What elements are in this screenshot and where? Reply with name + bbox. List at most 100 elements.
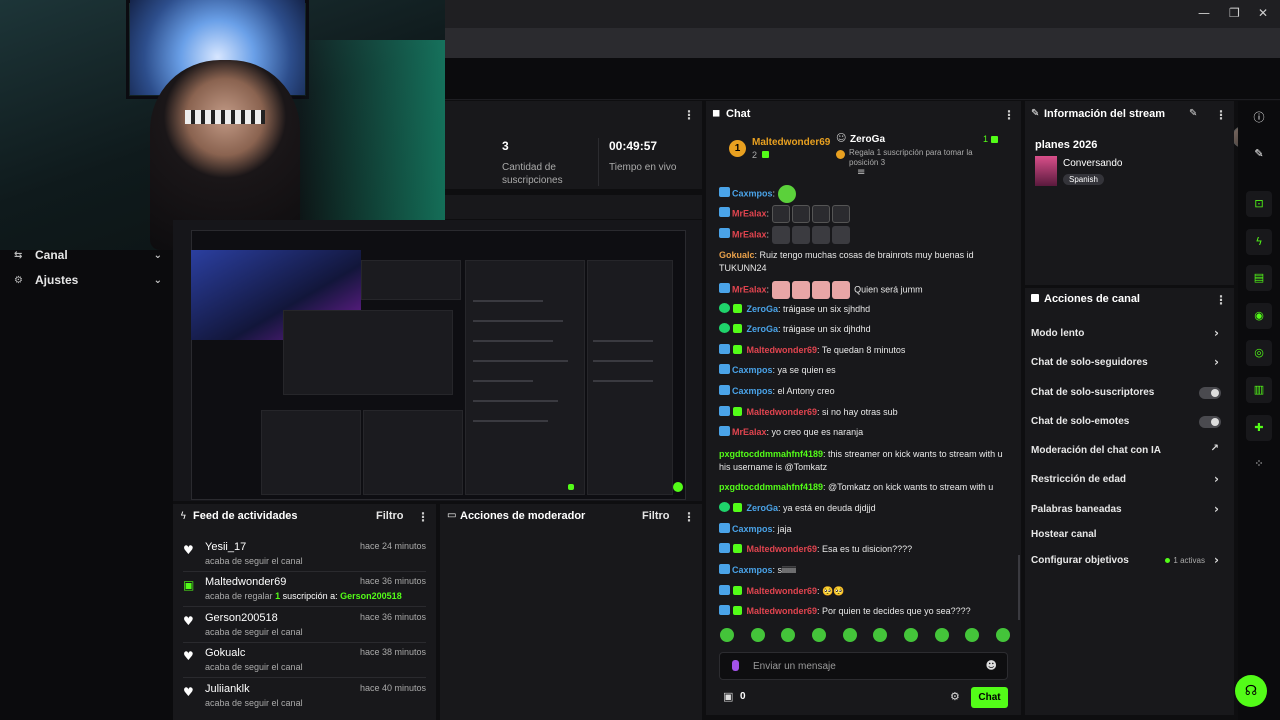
action-solo-emotes[interactable]: Chat de solo-emotes	[1031, 414, 1227, 430]
restore-icon[interactable]: ❐	[1229, 6, 1240, 20]
send-chat-button[interactable]: Chat	[971, 687, 1008, 708]
toggle-switch[interactable]	[1199, 387, 1221, 399]
chat-username[interactable]: Caxmpos	[732, 386, 773, 396]
category-name[interactable]: Conversando	[1063, 158, 1122, 169]
action-modo-lento[interactable]: Modo lento ›	[1031, 326, 1227, 342]
moderator-filter-button[interactable]: Filtro	[642, 510, 670, 522]
close-icon[interactable]: ✕	[1258, 6, 1268, 20]
emote-icon	[791, 226, 810, 244]
points-icon[interactable]: ▣	[723, 690, 733, 703]
chat-username[interactable]: Maltedwonder69	[747, 544, 818, 554]
chat-username[interactable]: Caxmpos	[732, 365, 773, 375]
toggle-switch[interactable]	[1199, 416, 1221, 428]
chat-message: Maltedwonder69: si no hay otras sub	[719, 406, 1009, 419]
chat-username[interactable]: MrEalax	[732, 229, 767, 239]
chat-footer: ▣ 0 ⚙	[720, 688, 1010, 710]
chat-username[interactable]: ZeroGa	[747, 324, 779, 334]
emote-icon[interactable]	[873, 628, 888, 642]
feed-filter-button[interactable]: Filtro	[376, 510, 404, 522]
emote-icon	[777, 185, 796, 203]
emote-icon	[771, 226, 790, 244]
chat-messages[interactable]: Caxmpos: MrEalax: MrEalax: Gokualc: Ruiz…	[706, 183, 1021, 623]
moderator-menu-icon[interactable]: ⋮	[683, 510, 695, 524]
collapse-icon[interactable]: ≡	[857, 167, 865, 178]
chat-username[interactable]: Caxmpos	[732, 524, 773, 534]
channel-actions-menu-icon[interactable]: ⋮	[1215, 293, 1227, 307]
chat-username[interactable]: ZeroGa	[747, 503, 779, 513]
preview-mod	[363, 410, 463, 495]
chat-text: si no hay otras sub	[822, 407, 898, 417]
preview-nested	[283, 310, 453, 395]
bolt-icon[interactable]: ϟ	[1246, 229, 1272, 255]
moderator-actions-panel	[440, 504, 702, 720]
stream-preview[interactable]	[173, 220, 702, 501]
chat-username[interactable]: Caxmpos	[732, 565, 773, 575]
chat-scrollbar[interactable]	[1018, 555, 1020, 620]
category-thumbnail[interactable]	[1035, 156, 1057, 186]
emote-icon[interactable]	[781, 628, 796, 642]
chat-icon[interactable]: ◉	[1246, 303, 1272, 329]
chat-username[interactable]: Maltedwonder69	[747, 606, 818, 616]
microphone-icon[interactable]	[732, 660, 739, 671]
settings-icon[interactable]: ⚙	[950, 690, 960, 703]
nav-item-ajustes[interactable]: ⚙ Ajustes ⌄	[14, 271, 162, 289]
emote-icon[interactable]	[934, 628, 949, 642]
layout-icon[interactable]: ▥	[1246, 377, 1272, 403]
top-gifter-name[interactable]: Maltedwonder69	[752, 137, 830, 148]
nav-item-canal[interactable]: ⇆ Canal ⌄	[14, 246, 162, 264]
rank-badge: 1	[729, 140, 746, 157]
chat-text: Esa es tu disicion????	[822, 544, 913, 554]
chat-username[interactable]: Caxmpos	[732, 188, 773, 198]
chat-username[interactable]: pxgdtocddmmahfnf4189	[719, 449, 823, 459]
chat-username[interactable]: MrEalax	[732, 284, 767, 294]
emote-icon[interactable]	[965, 628, 980, 642]
info-icon[interactable]: ⓘ	[1246, 105, 1272, 131]
chat-username[interactable]: MrEalax	[732, 208, 767, 218]
chat-username[interactable]: Maltedwonder69	[747, 345, 818, 355]
action-hostear-canal[interactable]: Hostear canal	[1031, 527, 1227, 543]
action-restriccion-edad[interactable]: Restricción de edad ›	[1031, 472, 1227, 488]
stats-menu-icon[interactable]: ⋮	[683, 108, 695, 122]
emoji-icon[interactable]: ☻	[986, 659, 997, 672]
action-palabras-baneadas[interactable]: Palabras baneadas ›	[1031, 502, 1227, 518]
support-button[interactable]: ☊	[1235, 675, 1267, 707]
chat-message: pxgdtocddmmahfnf4189: @Tomkatz on kick w…	[719, 482, 994, 492]
chat-username[interactable]: pxgdtocddmmahfnf4189	[719, 482, 823, 492]
chat-username[interactable]: ZeroGa	[747, 304, 779, 314]
chat-username[interactable]: Maltedwonder69	[747, 407, 818, 417]
edit-icon[interactable]: ✎	[1189, 108, 1197, 119]
emote-icon[interactable]	[720, 628, 734, 642]
top-gifter-count: 2	[752, 150, 758, 160]
stream-info-menu-icon[interactable]: ⋮	[1215, 108, 1227, 122]
gear-icon: ⚙	[14, 274, 23, 286]
emote-icon[interactable]	[842, 628, 857, 642]
gift-icon	[991, 136, 998, 143]
action-moderacion-ia[interactable]: Moderación del chat con IA ↗	[1031, 443, 1227, 459]
document-icon[interactable]: ▤	[1246, 265, 1272, 291]
action-solo-suscriptores[interactable]: Chat de solo-suscriptores	[1031, 385, 1227, 401]
chat-username[interactable]: Gokualc	[719, 250, 755, 260]
action-solo-seguidores[interactable]: Chat de solo-seguidores ›	[1031, 355, 1227, 371]
chat-username[interactable]: MrEalax	[732, 427, 767, 437]
action-configurar-objetivos[interactable]: Configurar objetivos 1 activas ›	[1031, 553, 1227, 569]
emote-icon[interactable]	[995, 628, 1010, 642]
chat-message: Maltedwonder69: Esa es tu disicion????	[719, 543, 1009, 556]
apps-icon[interactable]: ⁘	[1246, 451, 1272, 477]
chat-message: Caxmpos: jaja	[719, 523, 1009, 536]
broadcast-icon[interactable]: ◎	[1246, 340, 1272, 366]
chat-message: ZeroGa: tráigase un six djhdhd	[719, 323, 1009, 336]
heart-icon: ♥	[183, 614, 194, 628]
emote-icon[interactable]	[750, 628, 765, 642]
emote-icon[interactable]	[903, 628, 918, 642]
tools-icon[interactable]: ✚	[1246, 415, 1272, 441]
chat-input[interactable]: Enviar un mensaje ☻	[719, 652, 1008, 680]
emote-icon[interactable]	[811, 628, 826, 642]
focus-icon[interactable]: ⊡	[1246, 191, 1272, 217]
chat-username[interactable]: Maltedwonder69	[747, 586, 818, 596]
feed-menu-icon[interactable]: ⋮	[417, 510, 429, 524]
gifter-name[interactable]: ZeroGa	[850, 134, 885, 145]
minimize-icon[interactable]: —	[1198, 6, 1210, 20]
pencil-icon[interactable]: ✎	[1246, 141, 1272, 167]
chat-menu-icon[interactable]: ⋮	[1003, 108, 1015, 122]
chat-text: 🥺🥺	[822, 586, 845, 596]
